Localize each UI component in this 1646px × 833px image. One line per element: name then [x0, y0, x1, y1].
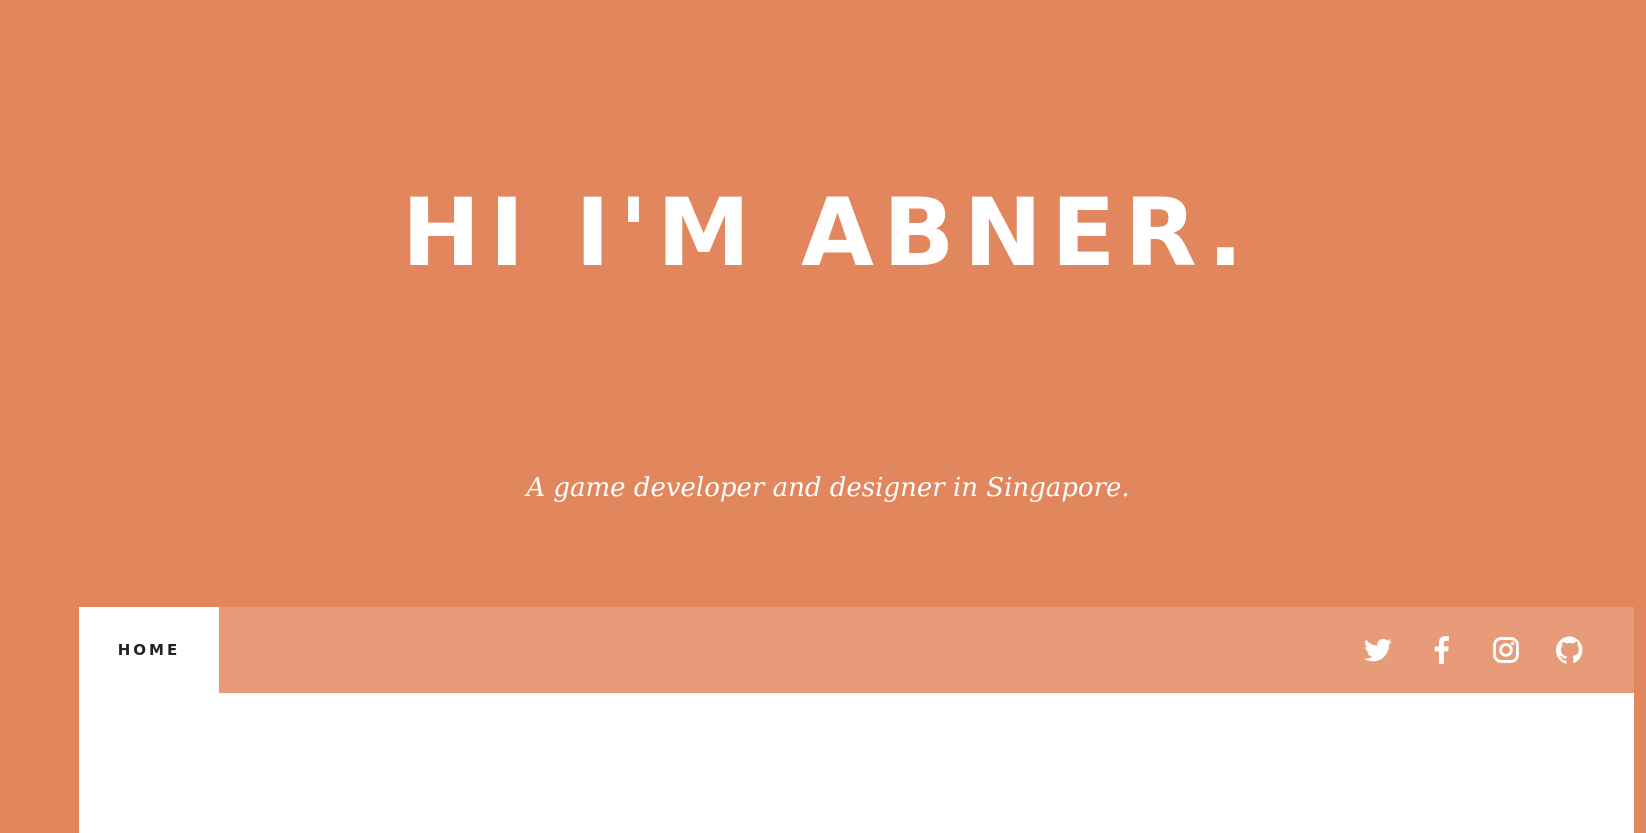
facebook-icon: [1434, 636, 1449, 664]
twitter-icon: [1364, 638, 1392, 662]
hero-subtitle: A game developer and designer in Singapo…: [526, 473, 1130, 503]
instagram-icon: [1493, 637, 1519, 663]
hero-section: HI I'M ABNER. A game developer and desig…: [0, 0, 1646, 607]
github-link[interactable]: [1556, 636, 1584, 664]
navbar: HOME: [79, 607, 1634, 693]
page-title: HI I'M ABNER.: [401, 179, 1253, 288]
nav-home-tab[interactable]: HOME: [79, 607, 219, 693]
twitter-link[interactable]: [1364, 636, 1392, 664]
github-icon: [1556, 636, 1583, 664]
facebook-link[interactable]: [1428, 636, 1456, 664]
instagram-link[interactable]: [1492, 636, 1520, 664]
content-panel: HOME: [79, 607, 1634, 833]
main-content-area: [79, 693, 1634, 833]
social-links: [1364, 636, 1584, 664]
